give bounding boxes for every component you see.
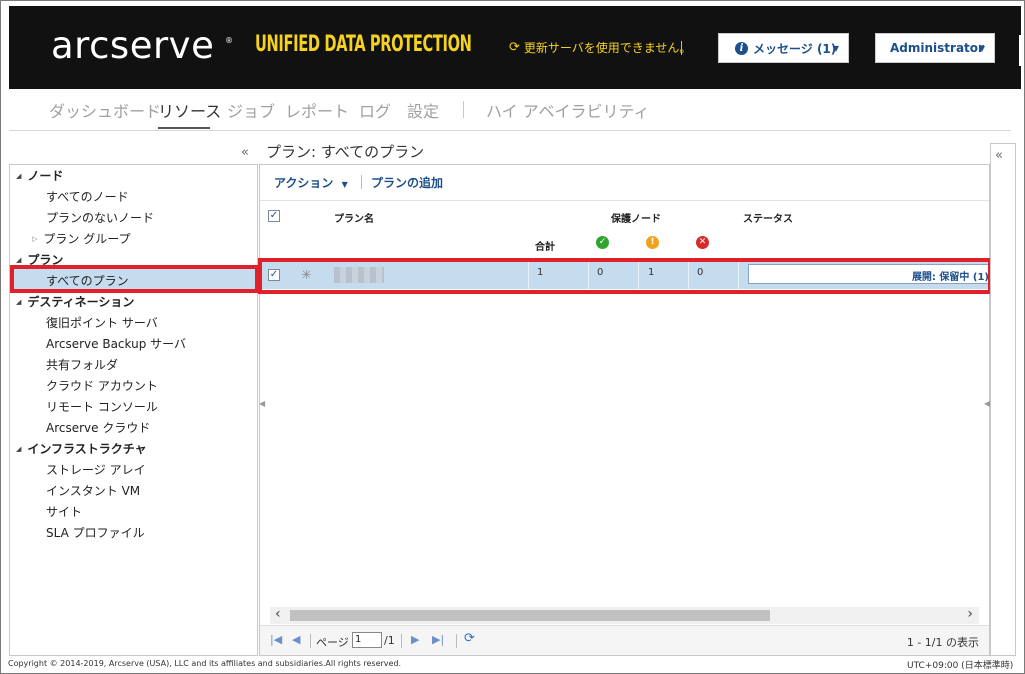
scroll-left-icon[interactable]: ‹: [275, 606, 281, 622]
pager-divider: [310, 634, 311, 648]
tree-item-arcserve-cloud[interactable]: Arcserve クラウド: [46, 419, 150, 436]
annotation-highlight-all-plans: [10, 265, 259, 293]
tab-jobs[interactable]: ジョブ: [227, 98, 275, 122]
tree-item-all-nodes[interactable]: すべてのノード: [46, 188, 129, 205]
select-all-checkbox[interactable]: ✓: [268, 210, 280, 222]
expand-triangle-icon: ◢: [16, 171, 22, 180]
pager-divider: [401, 634, 402, 648]
tree-group-infrastructure[interactable]: ◢ インフラストラクチャ: [16, 440, 147, 457]
column-plan-name[interactable]: プラン名: [334, 210, 374, 225]
tab-reports[interactable]: レポート: [285, 98, 349, 122]
tab-resources[interactable]: リソース: [158, 98, 221, 122]
annotation-highlight-plan-row: [258, 258, 992, 294]
main-nav: ダッシュボード リソース ジョブ レポート ログ 設定 ハイ アベイラビリティ: [9, 89, 1011, 131]
actions-menu[interactable]: アクション ▼: [274, 174, 348, 191]
header-divider: [681, 41, 682, 55]
chevron-down-icon: ▼: [341, 180, 348, 189]
product-name: UNIFIED DATA PROTECTION: [255, 32, 472, 57]
tree-item-shared-folder[interactable]: 共有フォルダ: [46, 356, 118, 373]
column-protected-nodes[interactable]: 保護ノード: [611, 210, 661, 225]
warning-icon: !: [646, 236, 659, 249]
header-edge: [1019, 35, 1022, 66]
tree-item-cloud-account[interactable]: クラウド アカウント: [46, 377, 158, 394]
last-page-icon[interactable]: ▶|: [432, 633, 444, 646]
error-icon: ✕: [696, 236, 709, 249]
refresh-warning-icon: ⟳: [509, 40, 520, 55]
horizontal-scrollbar[interactable]: ‹ ›: [270, 606, 979, 624]
nav-divider: [463, 101, 464, 118]
first-page-icon[interactable]: |◀: [270, 633, 282, 646]
tree-item-remote-console[interactable]: リモート コンソール: [46, 398, 158, 415]
resource-tree: ◢ ノード すべてのノード プランのないノード ▷ プラン グループ ◢ プラン…: [9, 164, 258, 656]
expand-triangle-icon: ◢: [16, 297, 22, 306]
app-header: arcserve ® UNIFIED DATA PROTECTION ⟳ 更新サ…: [9, 6, 1022, 89]
update-warning[interactable]: ⟳ 更新サーバを使用できません。: [509, 39, 691, 56]
actions-label: アクション: [274, 176, 334, 190]
tree-group-label: ノード: [27, 169, 64, 183]
page-label: ページ: [316, 636, 349, 649]
column-total: 合計: [535, 242, 555, 253]
collapsed-triangle-icon: ▷: [32, 234, 38, 243]
tree-group-nodes[interactable]: ◢ ノード: [16, 167, 63, 184]
tree-item-instant-vm[interactable]: インスタント VM: [46, 482, 140, 499]
splitter-handle-left[interactable]: ◀: [259, 399, 265, 408]
scroll-right-icon[interactable]: ›: [967, 606, 973, 622]
next-page-icon[interactable]: ▶: [411, 633, 419, 646]
user-menu-button[interactable]: Administrator ▼: [875, 33, 995, 63]
user-label: Administrator: [890, 41, 984, 55]
page-title: プラン: すべてのプラン: [266, 143, 425, 161]
tab-settings[interactable]: 設定: [407, 98, 439, 122]
tree-item-label: プラン グループ: [43, 232, 131, 246]
tab-high-availability[interactable]: ハイ アベイラビリティ: [486, 98, 650, 122]
messages-button[interactable]: i メッセージ (1) ▼: [718, 33, 849, 63]
expand-triangle-icon: ◢: [16, 444, 22, 453]
refresh-icon[interactable]: ⟳: [464, 631, 475, 646]
tree-item-plan-groups[interactable]: ▷ プラン グループ: [32, 230, 131, 247]
page-number-input[interactable]: 1: [352, 632, 382, 648]
registered-mark: ®: [225, 36, 233, 45]
tree-item-storage-array[interactable]: ストレージ アレイ: [46, 461, 146, 478]
expand-triangle-icon: ◢: [16, 255, 22, 264]
toolbar-divider: [361, 175, 362, 189]
tree-item-sites[interactable]: サイト: [46, 503, 82, 520]
pagination-bar: |◀ ◀ ページ 1 /1 ▶ ▶| ⟳ 1 - 1/1 の表示: [260, 625, 989, 655]
arcserve-logo: arcserve: [51, 24, 215, 67]
tree-item-rps[interactable]: 復旧ポイント サーバ: [46, 314, 158, 331]
tree-group-destinations[interactable]: ◢ デスティネーション: [16, 293, 134, 310]
column-status[interactable]: ステータス: [743, 210, 793, 225]
pager-divider: [456, 634, 457, 648]
plans-toolbar: アクション ▼ プランの追加: [260, 165, 989, 201]
previous-page-icon[interactable]: ◀: [292, 633, 300, 646]
update-warning-text: 更新サーバを使用できません。: [523, 41, 692, 55]
tree-item-nodes-without-plan[interactable]: プランのないノード: [46, 209, 154, 226]
page-total: /1: [384, 634, 395, 647]
copyright-footer: Copyright © 2014-2019, Arcserve (USA), L…: [8, 659, 402, 668]
tree-item-backup-server[interactable]: Arcserve Backup サーバ: [46, 335, 186, 352]
chevron-down-icon: ▼: [978, 43, 985, 53]
info-icon: i: [735, 41, 748, 55]
chevron-down-icon: ▼: [832, 43, 839, 53]
paging-info: 1 - 1/1 の表示: [906, 636, 979, 649]
tree-group-label: インフラストラクチャ: [27, 442, 147, 456]
add-plan-button[interactable]: プランの追加: [371, 174, 443, 191]
plans-panel: アクション ▼ プランの追加 ✓ プラン名 保護ノード ステータス 合計 ✓ !…: [259, 164, 992, 656]
expand-right-icon[interactable]: «: [995, 148, 1003, 163]
tab-logs[interactable]: ログ: [359, 98, 391, 122]
right-collapsed-panel: «: [990, 143, 1016, 656]
timezone-label: UTC+09:00 (日本標準時): [907, 661, 1014, 671]
collapse-left-icon[interactable]: «: [241, 145, 249, 160]
tree-item-sla-profiles[interactable]: SLA プロファイル: [46, 524, 145, 541]
messages-label: メッセージ (1): [753, 41, 837, 56]
tab-dashboard[interactable]: ダッシュボード: [49, 98, 161, 122]
tree-group-label: デスティネーション: [27, 295, 135, 309]
active-tab-indicator: [158, 127, 210, 129]
scrollbar-thumb[interactable]: [290, 610, 770, 621]
success-icon: ✓: [596, 236, 609, 249]
